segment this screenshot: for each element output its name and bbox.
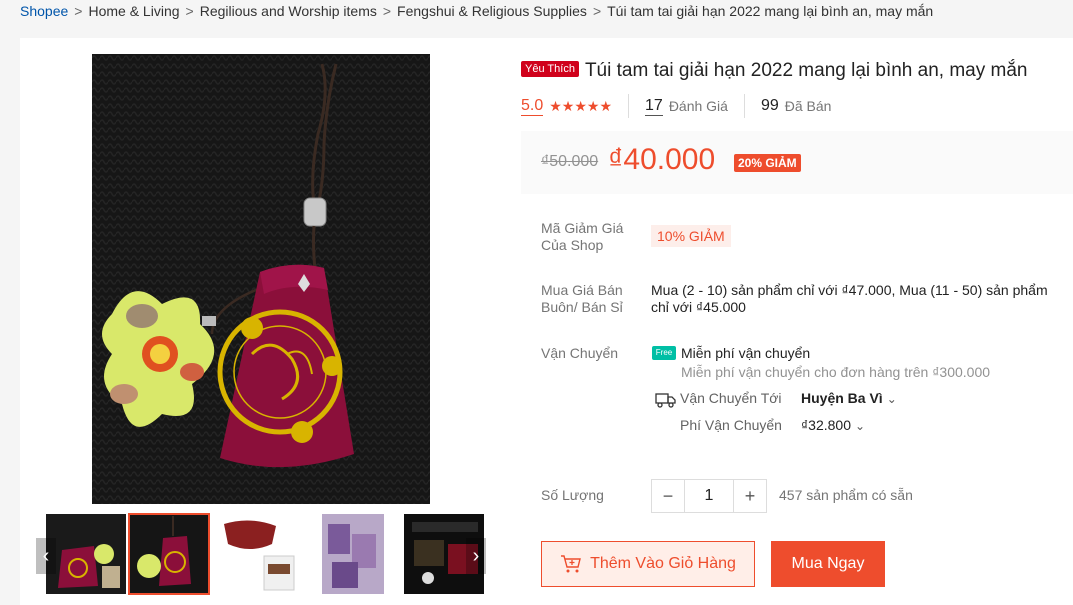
thumbnail-next-button[interactable]: › (466, 538, 486, 574)
breadcrumb-current: Túi tam tai giải hạn 2022 mang lại bình … (607, 3, 934, 19)
shipping-fee-dropdown[interactable]: ₫32.800 ⌄ (801, 417, 865, 433)
breadcrumb-shopee[interactable]: Shopee (20, 3, 68, 19)
shop-voucher-tag[interactable]: 10% GIẢM (651, 225, 731, 247)
shipping-fee-label: Phí Vận Chuyển (680, 417, 782, 433)
chevron-left-icon: ‹ (42, 544, 50, 567)
discount-badge: 20% GIẢM (734, 154, 801, 172)
breadcrumb-separator: > (382, 3, 392, 19)
thumbnail-image (220, 514, 300, 594)
free-shipping-subtitle: Miễn phí vận chuyển cho đơn hàng trên ₫3… (681, 364, 991, 380)
quantity-stepper: − 1 + (651, 479, 767, 513)
favorite-badge: Yêu Thích (521, 61, 579, 77)
thumbnail-prev-button[interactable]: ‹ (36, 538, 56, 574)
amulet-photo (92, 54, 430, 504)
original-price: ₫50.000 (541, 153, 599, 170)
add-to-cart-button[interactable]: Thêm Vào Giỏ Hàng (541, 541, 755, 587)
buy-now-button[interactable]: Mua Ngay (771, 541, 885, 587)
thumbnail[interactable] (220, 514, 300, 594)
thumbnail-active[interactable] (128, 513, 210, 595)
sold-label: Đã Bán (784, 98, 832, 114)
thumbnail-image (46, 514, 126, 594)
breadcrumb-fengshui[interactable]: Fengshui & Religious Supplies (397, 3, 587, 19)
ship-to-label: Vận Chuyển Tới (680, 390, 782, 406)
breadcrumb-home-living[interactable]: Home & Living (88, 3, 179, 19)
thumbnail-image (322, 514, 384, 594)
review-label: Đánh Giá (668, 98, 728, 114)
product-title-row: Yêu Thích Túi tam tai giải hạn 2022 mang … (521, 60, 1027, 82)
current-price: ₫40.000 (608, 143, 716, 176)
review-count[interactable]: 17 (645, 97, 663, 116)
chevron-down-icon: ⌄ (855, 419, 866, 433)
add-to-cart-label: Thêm Vào Giỏ Hàng (590, 555, 736, 572)
product-main-image[interactable] (92, 54, 430, 504)
thumbnail-image (129, 514, 209, 594)
breadcrumb-religious-items[interactable]: Regilious and Worship items (200, 3, 377, 19)
breadcrumb: Shopee > Home & Living > Regilious and Worsh… (20, 3, 933, 19)
rating-stars: ★★★★★ (549, 97, 613, 114)
truck-icon (655, 393, 676, 408)
quantity-label: Số Lượng (541, 487, 604, 503)
shop-voucher-label: Mã Giảm Giá Của Shop (541, 220, 624, 253)
divider (628, 94, 630, 118)
sold-count: 99 (760, 97, 779, 114)
quantity-decrease-button[interactable]: − (652, 480, 684, 512)
shipping-label: Vận Chuyển (541, 345, 619, 361)
ship-to-dropdown[interactable]: Huyện Ba Vì ⌄ (801, 390, 897, 406)
wholesale-label: Mua Giá Bán Buôn/ Bán Sỉ (541, 282, 623, 315)
free-shipping-icon: Free (652, 346, 676, 360)
wholesale-text: Mua (2 - 10) sản phẩm chỉ với ₫47.000, M… (651, 282, 1048, 315)
quantity-input[interactable]: 1 (684, 480, 734, 512)
thumbnail[interactable] (46, 514, 126, 594)
breadcrumb-separator: > (592, 3, 602, 19)
divider (743, 94, 745, 118)
price-box: ₫50.000 ₫40.000 20% GIẢM (521, 131, 1073, 194)
stock-available: 457 sản phẩm có sẵn (779, 487, 913, 503)
free-shipping-title: Miễn phí vận chuyển (681, 345, 811, 361)
product-title: Túi tam tai giải hạn 2022 mang lại bình … (584, 60, 1028, 81)
cart-icon (561, 555, 581, 573)
thumbnail[interactable] (322, 514, 402, 594)
rating-value[interactable]: 5.0 (521, 97, 544, 116)
chevron-down-icon: ⌄ (886, 392, 897, 406)
breadcrumb-separator: > (74, 3, 83, 19)
chevron-right-icon: › (472, 544, 480, 567)
breadcrumb-separator: > (185, 3, 194, 19)
shipping-fee-value: ₫32.800 (801, 417, 852, 433)
quantity-increase-button[interactable]: + (734, 480, 766, 512)
ship-to-value: Huyện Ba Vì (801, 390, 883, 406)
product-meta-row: 5.0 ★★★★★ 17 Đánh Giá 99 Đã Bán (521, 94, 831, 118)
